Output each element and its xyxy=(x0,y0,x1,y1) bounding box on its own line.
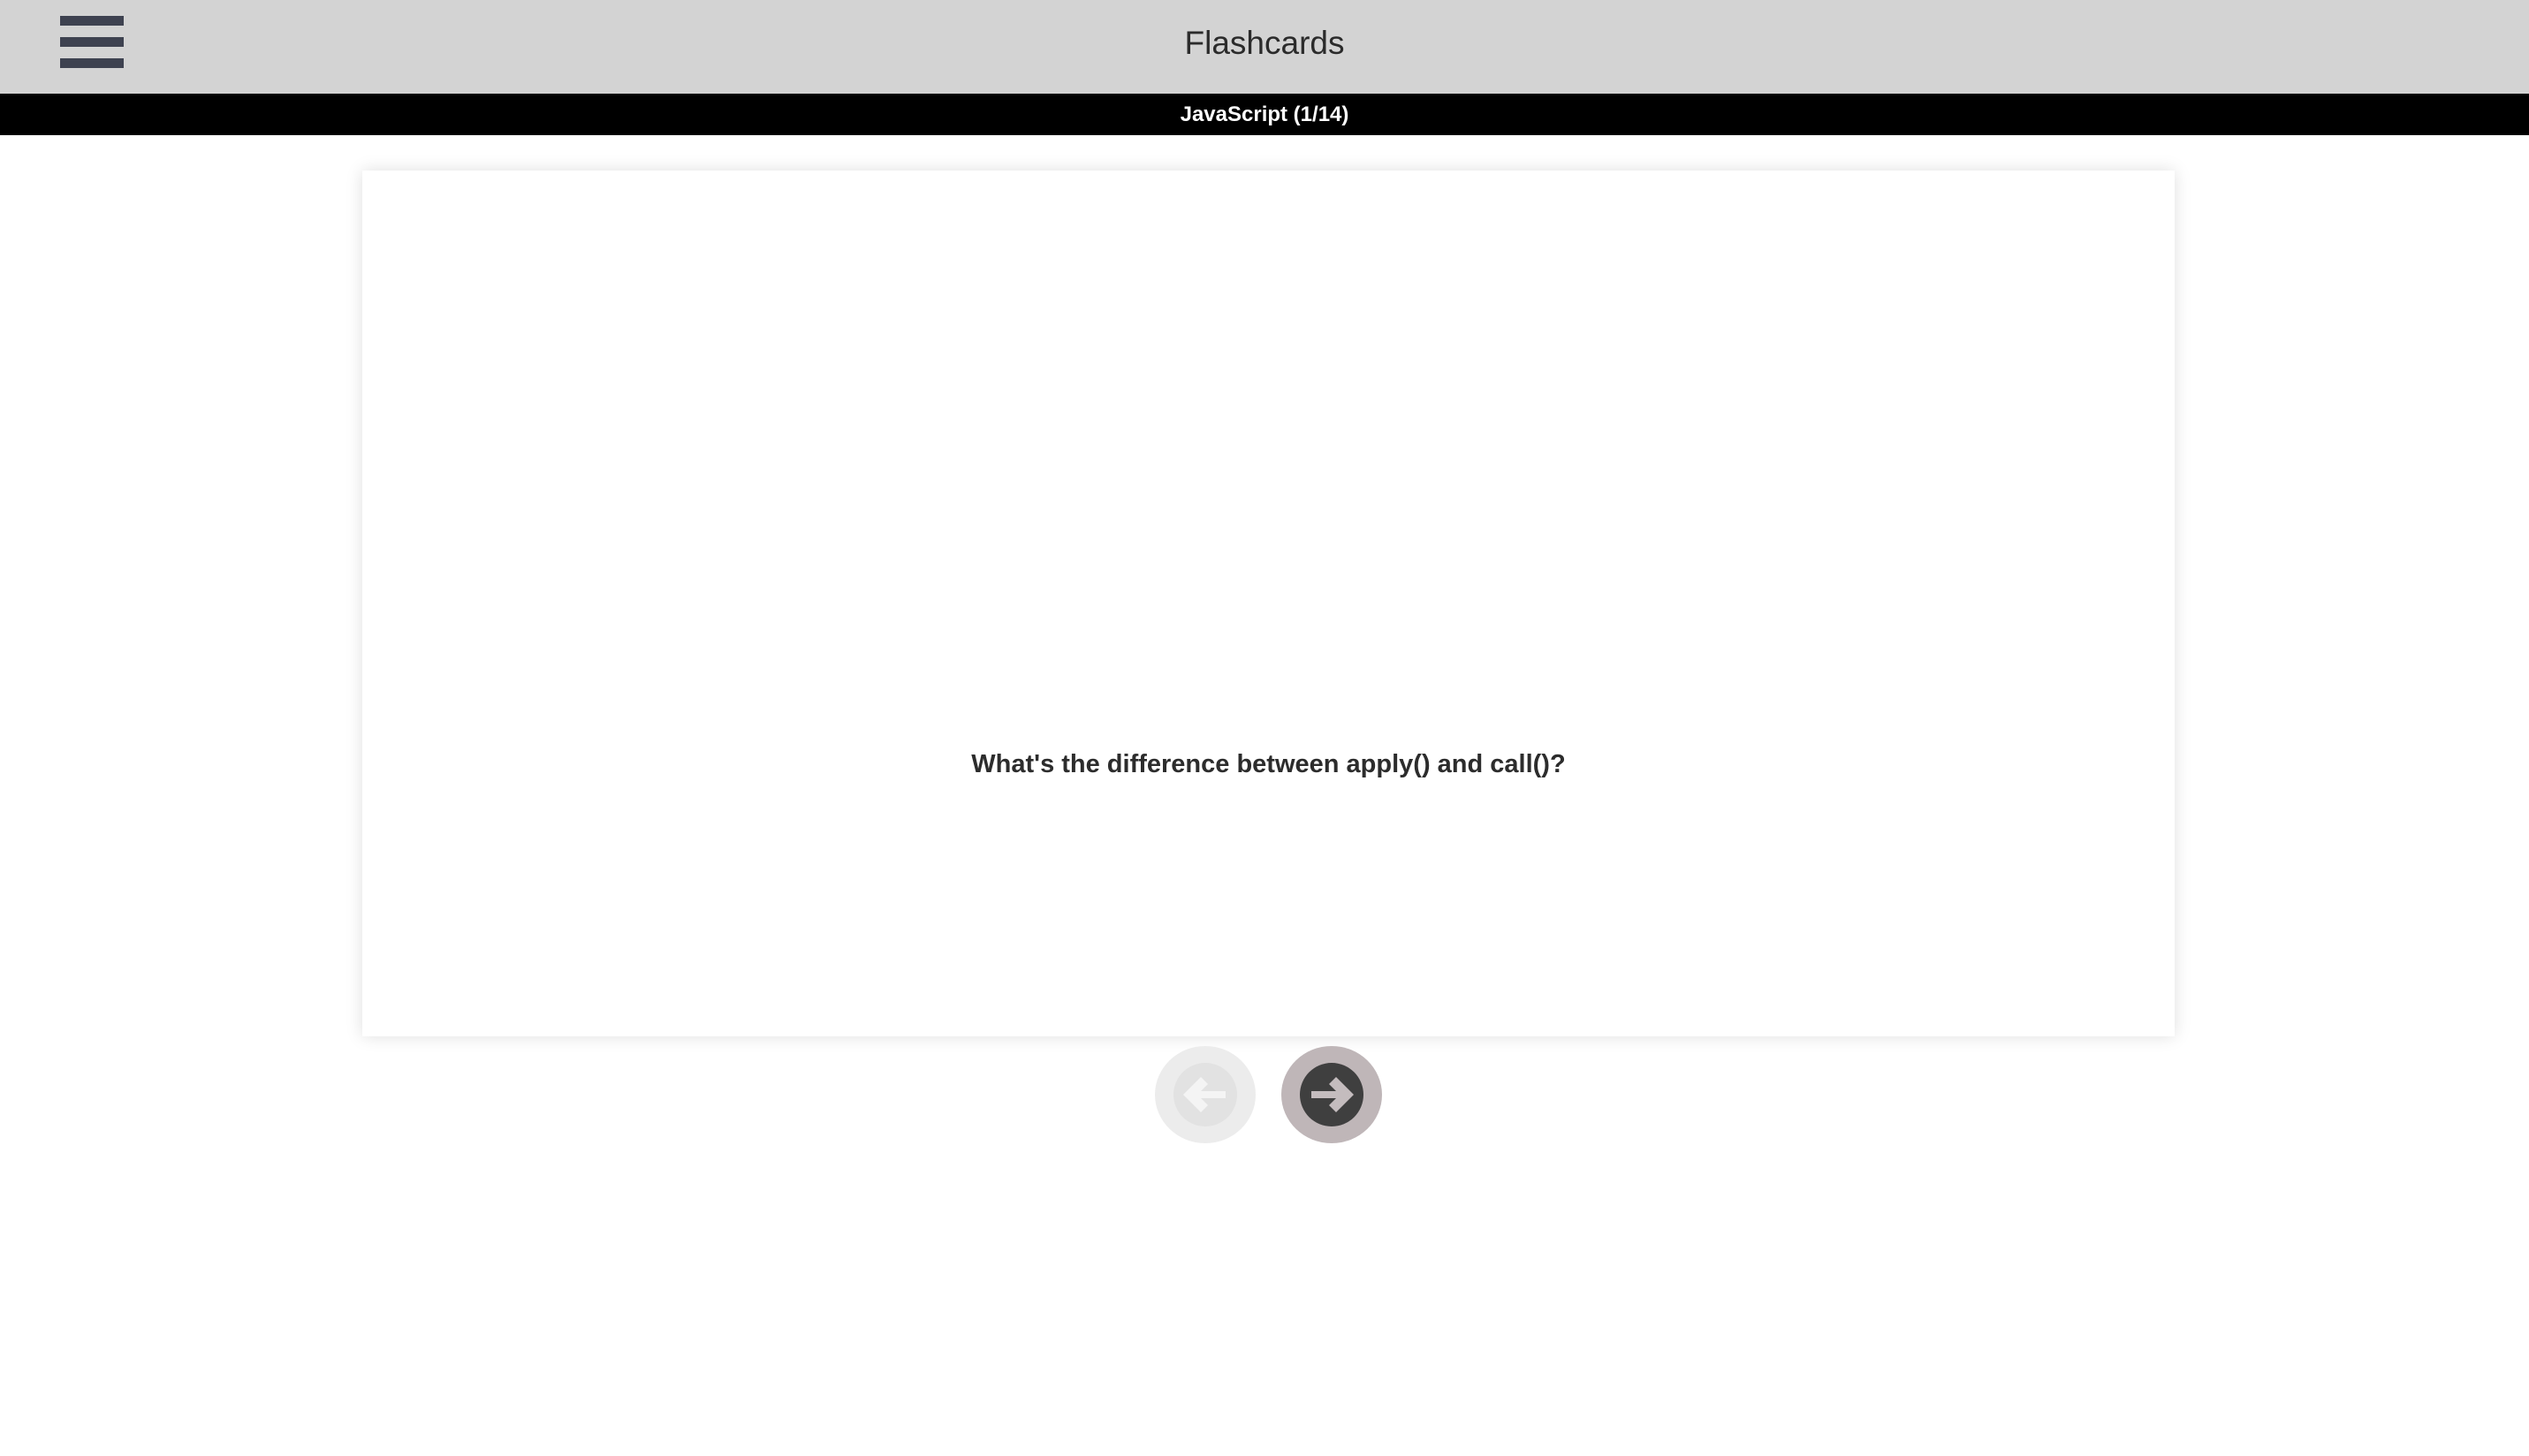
next-card-button[interactable] xyxy=(1281,1046,1382,1143)
flashcard[interactable]: What's the difference between apply() an… xyxy=(362,171,2175,1036)
deck-progress-label: JavaScript (1/14) xyxy=(1180,102,1349,126)
arrow-left-circle-icon xyxy=(1173,1063,1237,1126)
previous-card-button[interactable] xyxy=(1155,1046,1256,1143)
top-bar: Flashcards xyxy=(0,0,2529,94)
deck-bar: JavaScript (1/14) xyxy=(0,94,2529,135)
arrow-right-circle-icon xyxy=(1300,1063,1363,1126)
app-title: Flashcards xyxy=(1184,25,1345,61)
flashcard-question: What's the difference between apply() an… xyxy=(971,750,1566,778)
